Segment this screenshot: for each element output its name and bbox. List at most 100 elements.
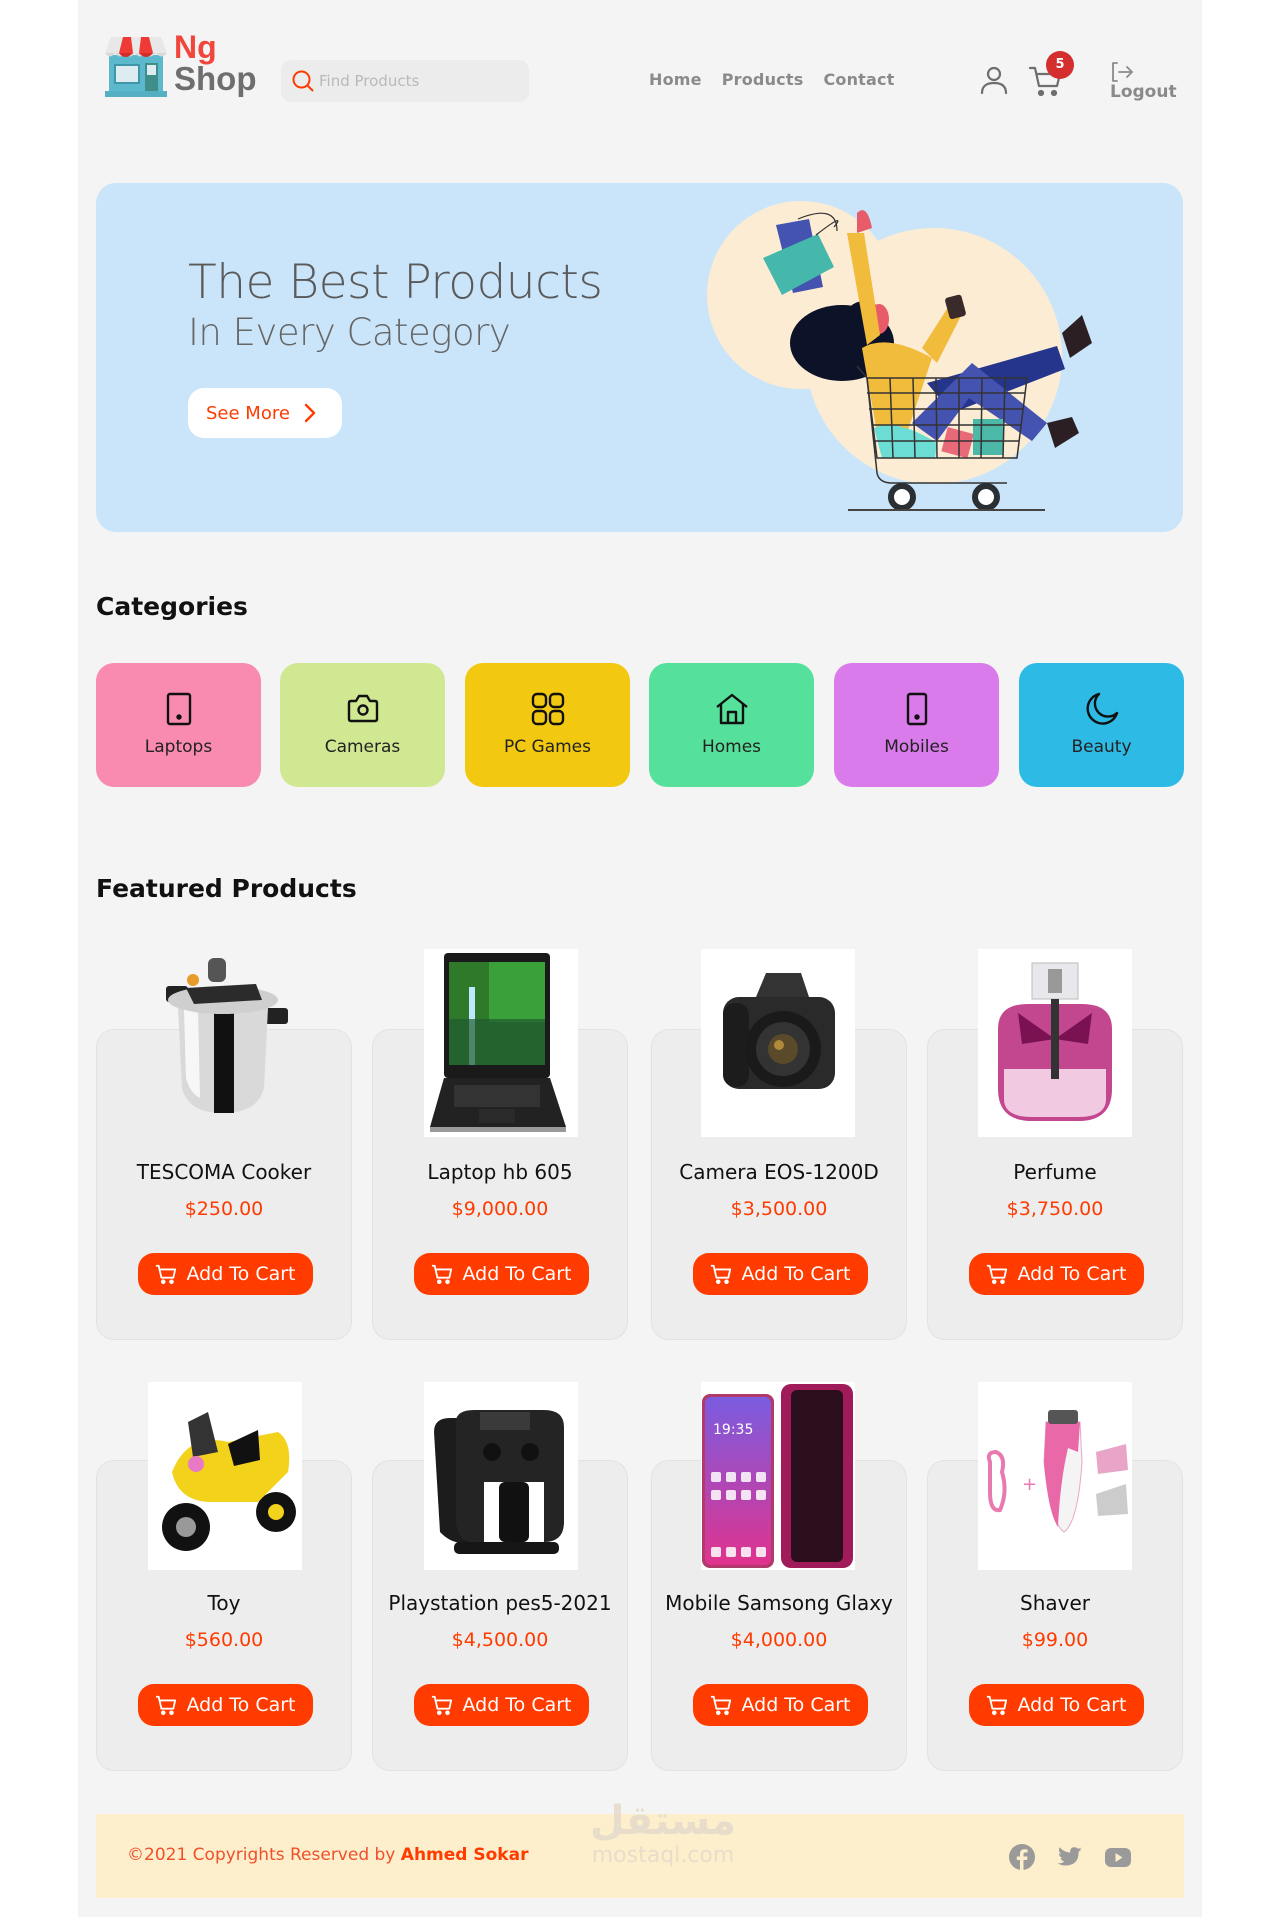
logout-icon	[1112, 62, 1133, 82]
product-image-pressure-cooker[interactable]	[146, 948, 300, 1136]
category-pc-games[interactable]: PC Games	[465, 663, 630, 787]
categories-title: Categories	[96, 592, 248, 621]
shop-logo-icon	[105, 37, 167, 97]
search-icon[interactable]	[291, 69, 315, 93]
logout-button[interactable]: Logout	[1110, 58, 1180, 108]
product-name: Shaver	[1020, 1591, 1090, 1615]
product-image-controller-charger[interactable]	[424, 1382, 578, 1570]
product-image-laptop[interactable]	[424, 949, 578, 1137]
add-to-cart-button[interactable]: Add To Cart	[969, 1684, 1144, 1726]
add-to-cart-button[interactable]: Add To Cart	[693, 1253, 868, 1295]
product-name: Mobile Samsong Glaxy	[665, 1591, 893, 1615]
social-links	[1008, 1843, 1132, 1871]
product-image-perfume-bottle[interactable]	[978, 949, 1132, 1137]
nav-products[interactable]: Products	[722, 70, 804, 89]
category-label: Homes	[701, 737, 762, 757]
mobile-icon	[906, 692, 927, 726]
add-to-cart-label: Add To Cart	[462, 1694, 572, 1716]
category-label: Cameras	[324, 737, 401, 757]
twitter-icon[interactable]	[1056, 1843, 1084, 1871]
add-to-cart-button[interactable]: Add To Cart	[969, 1253, 1144, 1295]
product-name: Laptop hb 605	[427, 1160, 573, 1184]
watermark: مستقل mostaql.com	[578, 1798, 748, 1888]
category-beauty[interactable]: Beauty	[1019, 663, 1184, 787]
page-container: Ng Shop Home Products Contact 5 Logout T…	[78, 0, 1202, 1917]
product-image-toy-motorbike[interactable]	[148, 1382, 302, 1570]
product-price: $3,500.00	[730, 1198, 828, 1220]
add-to-cart-button[interactable]: Add To Cart	[414, 1253, 589, 1295]
logo[interactable]: Ng Shop	[105, 30, 265, 100]
category-laptops[interactable]: Laptops	[96, 663, 261, 787]
category-homes[interactable]: Homes	[649, 663, 814, 787]
product-name: Toy	[207, 1591, 241, 1615]
watermark-url: mostaql.com	[591, 1843, 735, 1868]
product-name: TESCOMA Cooker	[136, 1160, 312, 1184]
logout-label: Logout	[1110, 82, 1177, 102]
add-to-cart-label: Add To Cart	[1017, 1263, 1127, 1285]
svg-text:+: +	[1022, 1474, 1037, 1495]
cart-icon	[156, 1264, 177, 1285]
cart-icon	[711, 1264, 732, 1285]
hero-title: The Best Products	[188, 255, 603, 310]
add-to-cart-label: Add To Cart	[741, 1694, 851, 1716]
category-label: PC Games	[504, 737, 591, 757]
cart-count-badge: 5	[1046, 51, 1074, 79]
chevron-right-icon	[304, 403, 316, 423]
search-box	[281, 60, 529, 102]
product-image-lady-shaver[interactable]: +	[978, 1382, 1132, 1570]
category-label: Beauty	[1071, 737, 1132, 757]
add-to-cart-button[interactable]: Add To Cart	[414, 1684, 589, 1726]
product-price: $9,000.00	[451, 1198, 549, 1220]
add-to-cart-button[interactable]: Add To Cart	[693, 1684, 868, 1726]
add-to-cart-label: Add To Cart	[741, 1263, 851, 1285]
copyright-text: ©2021 Copyrights Reserved by Ahmed Sokar	[127, 1845, 528, 1865]
product-price: $99.00	[1021, 1629, 1089, 1651]
category-label: Mobiles	[884, 737, 949, 757]
cart-icon	[432, 1264, 453, 1285]
search-input[interactable]	[319, 60, 519, 102]
home-icon	[715, 693, 748, 725]
nav-contact[interactable]: Contact	[823, 70, 894, 89]
product-name: Camera EOS-1200D	[679, 1160, 879, 1184]
product-image-smartphone[interactable]: 19:35	[701, 1382, 855, 1570]
author-link[interactable]: Ahmed Sokar	[401, 1845, 529, 1865]
add-to-cart-label: Add To Cart	[462, 1263, 572, 1285]
moon-icon	[1086, 692, 1118, 725]
hero-banner: The Best Products In Every Category See …	[96, 183, 1183, 532]
svg-text:19:35: 19:35	[713, 1422, 753, 1438]
categories-list: Laptops Cameras PC Games Homes Mobiles B…	[96, 663, 1184, 787]
grid-icon	[531, 692, 564, 726]
add-to-cart-button[interactable]: Add To Cart	[138, 1253, 313, 1295]
logo-text-ng: Ng	[174, 29, 217, 65]
product-price: $250.00	[184, 1198, 264, 1220]
facebook-icon[interactable]	[1008, 1843, 1036, 1871]
featured-title: Featured Products	[96, 874, 357, 903]
product-price: $4,000.00	[730, 1629, 828, 1651]
logo-text-shop: Shop	[174, 60, 257, 97]
watermark-arabic: مستقل	[589, 1798, 737, 1844]
youtube-icon[interactable]	[1104, 1843, 1132, 1871]
user-icon[interactable]	[978, 64, 1010, 96]
product-price: $3,750.00	[1006, 1198, 1104, 1220]
cart-icon	[711, 1695, 732, 1716]
footer: ©2021 Copyrights Reserved by Ahmed Sokar…	[96, 1798, 1184, 1898]
product-image-dslr-camera[interactable]	[701, 949, 855, 1137]
add-to-cart-label: Add To Cart	[186, 1263, 296, 1285]
see-more-button[interactable]: See More	[188, 388, 342, 438]
cart-icon	[432, 1695, 453, 1716]
cart-icon	[987, 1264, 1008, 1285]
add-to-cart-button[interactable]: Add To Cart	[138, 1684, 313, 1726]
add-to-cart-label: Add To Cart	[186, 1694, 296, 1716]
nav-home[interactable]: Home	[649, 70, 702, 89]
category-cameras[interactable]: Cameras	[280, 663, 445, 787]
cart-icon	[156, 1695, 177, 1716]
add-to-cart-label: Add To Cart	[1017, 1694, 1127, 1716]
main-nav: Home Products Contact	[649, 70, 895, 89]
see-more-label: See More	[206, 402, 290, 424]
shopping-cart-illustration	[707, 201, 1092, 511]
cart-icon	[987, 1695, 1008, 1716]
category-mobiles[interactable]: Mobiles	[834, 663, 999, 787]
tablet-icon	[166, 692, 191, 726]
category-label: Laptops	[144, 737, 213, 757]
hero-subtitle: In Every Category	[188, 311, 511, 354]
